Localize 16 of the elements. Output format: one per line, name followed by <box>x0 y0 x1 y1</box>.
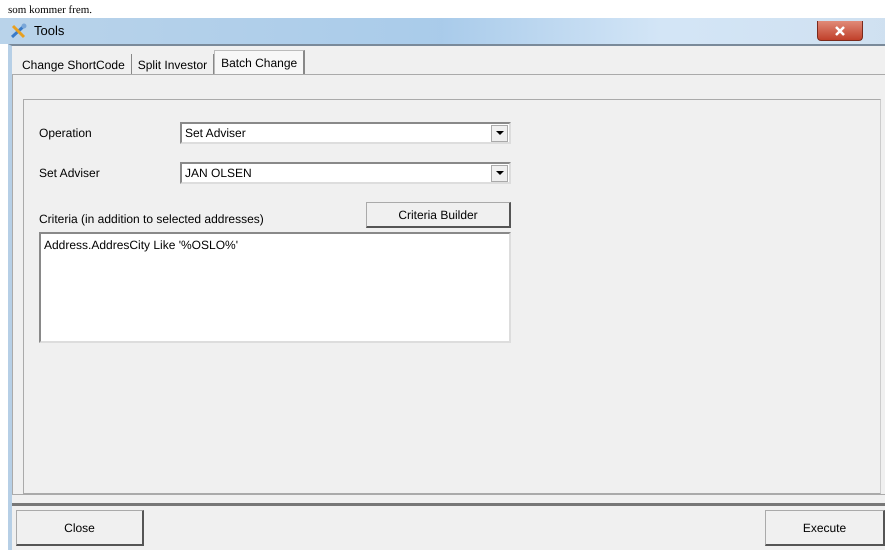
caret-icon <box>496 170 504 176</box>
field-label: Set Adviser <box>39 165 101 182</box>
close-icon[interactable] <box>817 21 863 41</box>
execute-button[interactable]: Execute <box>765 510 885 546</box>
field-label: Operation <box>39 125 93 142</box>
dropdown[interactable]: JAN OLSEN <box>180 162 511 184</box>
page-text: som kommer frem. <box>7 5 92 15</box>
tools-icon <box>10 23 28 39</box>
criteria-field[interactable]: Address.AddresCity Like '%OSLO%' <box>39 232 511 343</box>
close-button[interactable]: Close <box>16 510 144 546</box>
caret-icon <box>496 130 504 136</box>
dropdown[interactable]: Set Adviser <box>180 122 511 144</box>
criteria-label: Criteria (in addition to selected addresses) <box>39 211 264 228</box>
criteria-builder-button[interactable]: Criteria Builder <box>366 202 511 228</box>
tab[interactable]: Batch Change <box>214 50 306 74</box>
window-title: Tools <box>34 22 64 40</box>
